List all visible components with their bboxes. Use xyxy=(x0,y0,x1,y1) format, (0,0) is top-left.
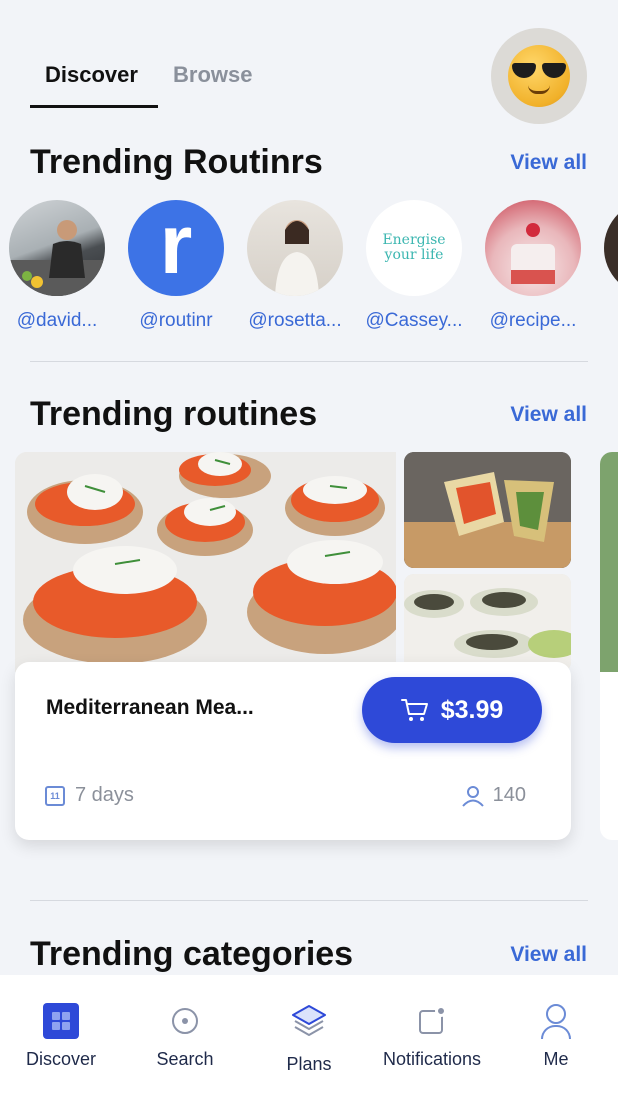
routine-followers: 140 xyxy=(461,784,526,807)
section-divider xyxy=(30,900,588,901)
nav-discover[interactable]: Discover xyxy=(0,1003,126,1070)
section-divider xyxy=(30,361,588,362)
buy-routine-button[interactable]: $3.99 xyxy=(362,677,542,743)
trending-routinrs-view-all-link[interactable]: View all xyxy=(510,151,587,175)
creator-item[interactable]: @recipe... xyxy=(483,200,583,332)
nav-plans-label: Plans xyxy=(286,1054,332,1074)
creator-handle: @routinr xyxy=(139,310,213,331)
creator-item[interactable]: @david... xyxy=(7,200,107,332)
cart-icon xyxy=(400,699,428,721)
next-routine-card[interactable] xyxy=(600,452,618,840)
creator-handle: @david... xyxy=(16,310,98,331)
tab-browse[interactable]: Browse xyxy=(173,58,252,87)
routine-duration: 11 7 days xyxy=(45,784,134,807)
routine-followers-count: 140 xyxy=(492,784,526,806)
tab-discover[interactable]: Discover xyxy=(30,58,158,108)
creator-avatar xyxy=(485,200,581,296)
nav-me[interactable]: Me xyxy=(491,1003,618,1070)
routinr-logo-letter: r xyxy=(159,200,193,291)
grid-icon xyxy=(43,1003,79,1039)
trending-routinrs-title: Trending Routinrs xyxy=(30,143,323,181)
trending-routines-view-all-link[interactable]: View all xyxy=(510,403,587,427)
nav-me-label: Me xyxy=(543,1049,569,1069)
creator-item[interactable]: r @routinr xyxy=(126,200,226,332)
profile-avatar[interactable] xyxy=(491,28,587,124)
layers-icon xyxy=(292,1005,326,1036)
creator-avatar xyxy=(9,200,105,296)
creator-handle: @Cassey... xyxy=(365,310,463,331)
creator-avatar: r xyxy=(128,200,224,296)
creator-handle: @rosetta... xyxy=(248,310,342,331)
nav-plans[interactable]: Plans xyxy=(244,1003,374,1075)
tab-browse-label: Browse xyxy=(173,62,253,87)
creator-handle: @recipe... xyxy=(489,310,577,331)
creator-item[interactable]: @rosetta... xyxy=(245,200,345,332)
notification-icon xyxy=(414,1003,450,1039)
routine-photo-endive xyxy=(404,574,571,672)
profile-icon xyxy=(538,1003,574,1039)
sunglasses-emoji-icon xyxy=(508,45,570,107)
creators-carousel[interactable]: @david... r @routinr @rosetta... Energis… xyxy=(0,200,618,340)
routine-card-photos[interactable] xyxy=(15,452,571,672)
energise-logo-text: Energise your life xyxy=(382,231,446,263)
nav-notifications-label: Notifications xyxy=(382,1049,482,1069)
calendar-icon: 11 xyxy=(45,785,65,806)
trending-categories-title: Trending categories xyxy=(30,935,354,973)
routine-duration-text: 7 days xyxy=(75,784,134,806)
nav-discover-label: Discover xyxy=(25,1049,96,1069)
routine-main-photo xyxy=(15,452,396,672)
creator-item[interactable]: @ xyxy=(602,200,618,332)
creator-avatar xyxy=(247,200,343,296)
routine-price: $3.99 xyxy=(440,695,504,724)
creator-item[interactable]: Energise your life @Cassey... xyxy=(364,200,464,332)
bottom-nav: Discover Search Plans Notifications Me xyxy=(0,975,618,1098)
creator-avatar: Energise your life xyxy=(366,200,462,296)
routine-card[interactable]: Mediterranean Mea... $3.99 11 7 days 140 xyxy=(15,662,571,840)
tab-discover-label: Discover xyxy=(45,62,138,87)
trending-categories-view-all-link[interactable]: View all xyxy=(510,943,587,967)
routine-photo-wraps xyxy=(404,452,571,568)
user-icon xyxy=(461,785,484,807)
nav-search[interactable]: Search xyxy=(120,1003,250,1070)
creator-handle: @ xyxy=(592,310,618,332)
search-icon xyxy=(167,1003,203,1039)
trending-routines-title: Trending routines xyxy=(30,395,318,433)
creator-avatar xyxy=(604,200,618,296)
routine-title: Mediterranean Mea... xyxy=(46,696,254,719)
nav-notifications[interactable]: Notifications xyxy=(367,1003,497,1070)
nav-search-label: Search xyxy=(156,1049,214,1069)
